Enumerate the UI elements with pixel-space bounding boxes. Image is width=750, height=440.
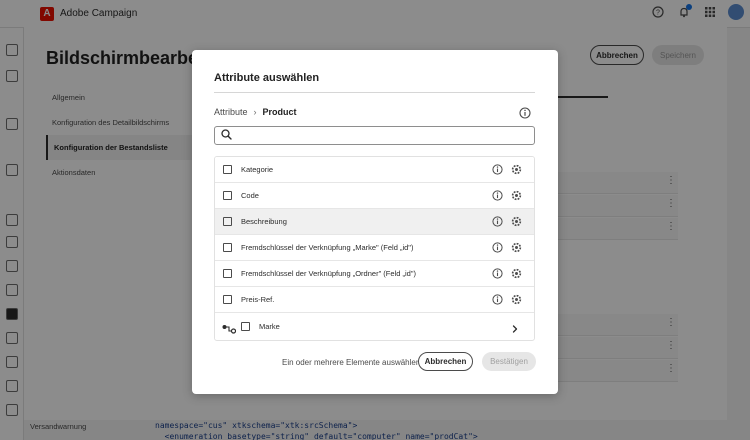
list-item[interactable]: Fremdschlüssel der Verknüpfung „Marke" (… — [215, 235, 534, 261]
dialog-title: Attribute auswählen — [214, 72, 320, 84]
info-icon[interactable] — [492, 190, 503, 201]
row-actions — [492, 242, 522, 253]
search-input[interactable] — [236, 128, 534, 143]
breadcrumb: Attribute › Product — [214, 107, 297, 117]
list-item[interactable]: Fremdschlüssel der Verknüpfung „Ordner" … — [215, 261, 534, 287]
row-actions — [492, 216, 522, 227]
attribute-label: Code — [241, 191, 259, 200]
gear-icon[interactable] — [511, 216, 522, 227]
info-icon[interactable] — [492, 164, 503, 175]
row-actions — [492, 164, 522, 175]
gear-icon[interactable] — [511, 294, 522, 305]
info-icon[interactable] — [492, 294, 503, 305]
attribute-label: Beschreibung — [241, 217, 287, 226]
breadcrumb-current: Product — [262, 107, 297, 117]
info-icon[interactable] — [492, 242, 503, 253]
checkbox[interactable] — [223, 295, 232, 304]
gear-icon[interactable] — [511, 190, 522, 201]
checkbox[interactable] — [241, 321, 250, 331]
checkbox[interactable] — [223, 165, 232, 174]
select-attributes-dialog: Attribute auswählen Attribute › Product … — [192, 50, 558, 394]
gear-icon[interactable] — [511, 268, 522, 279]
attribute-label: Preis-Ref. — [241, 295, 275, 304]
list-item[interactable]: Code — [215, 183, 534, 209]
list-item[interactable]: Kategorie — [215, 157, 534, 183]
chevron-right-icon[interactable] — [510, 321, 520, 333]
info-icon[interactable] — [519, 106, 531, 119]
gear-icon[interactable] — [511, 164, 522, 175]
list-item[interactable]: Preis-Ref. — [215, 287, 534, 313]
checkbox[interactable] — [223, 243, 232, 252]
search-icon — [221, 127, 232, 145]
selection-hint: Ein oder mehrere Elemente auswählen — [282, 358, 421, 367]
divider — [214, 92, 535, 93]
info-icon[interactable] — [492, 268, 503, 279]
checkbox[interactable] — [223, 269, 232, 278]
confirm-button[interactable]: Bestätigen — [482, 352, 536, 371]
list-item[interactable]: Beschreibung — [215, 209, 534, 235]
cancel-button[interactable]: Abbrechen — [418, 352, 473, 371]
row-actions — [492, 294, 522, 305]
attribute-label: Fremdschlüssel der Verknüpfung „Marke" (… — [241, 243, 414, 252]
link-icon — [222, 321, 237, 334]
attribute-label: Fremdschlüssel der Verknüpfung „Ordner" … — [241, 269, 416, 278]
gear-icon[interactable] — [511, 242, 522, 253]
checkbox[interactable] — [223, 191, 232, 200]
row-actions — [492, 268, 522, 279]
row-actions — [492, 190, 522, 201]
breadcrumb-root[interactable]: Attribute — [214, 107, 248, 117]
chevron-right-icon: › — [253, 107, 257, 117]
info-icon[interactable] — [492, 216, 503, 227]
list-item-link[interactable]: Marke — [215, 313, 534, 339]
attribute-label: Kategorie — [241, 165, 274, 174]
link-label: Marke — [259, 321, 280, 331]
attribute-list: Kategorie Code Beschreibung Fremdschlüss… — [214, 156, 535, 341]
checkbox[interactable] — [223, 217, 232, 226]
search-field[interactable] — [214, 126, 535, 145]
